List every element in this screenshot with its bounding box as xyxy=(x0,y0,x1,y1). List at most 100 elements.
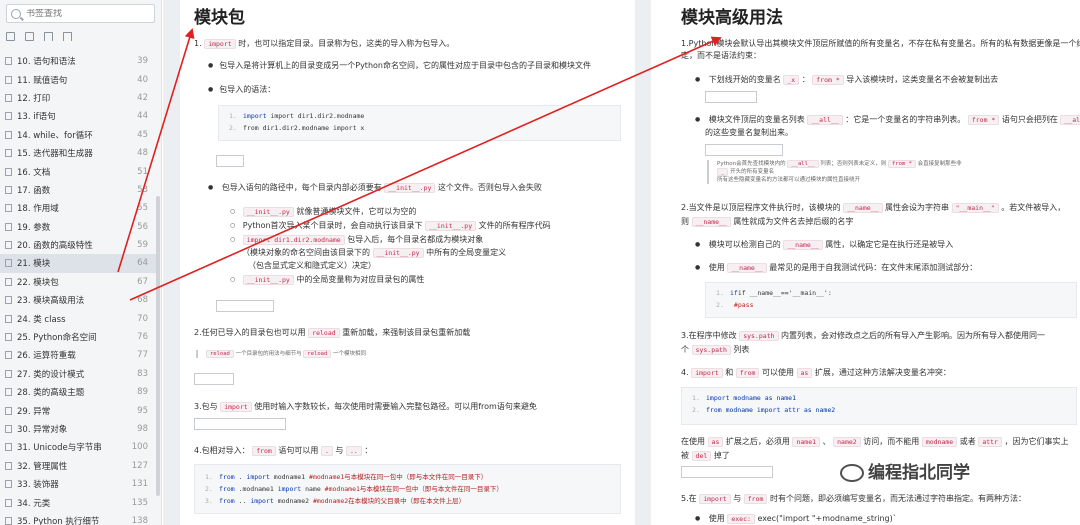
page-icon xyxy=(5,222,12,231)
blank-box xyxy=(705,144,783,156)
bookmark-item[interactable]: 33. 装饰器 131 xyxy=(0,475,158,493)
bookmark-page-number: 68 xyxy=(137,295,148,306)
inline-code: import dir1.dir2.modname xyxy=(242,235,345,245)
text: 模块文件顶层的变量名列表 xyxy=(708,115,805,124)
page-icon xyxy=(5,516,12,525)
para-1: 1.Python模块会默认导出其模块文件顶层所赋值的所有变量名，不存在私有变量名… xyxy=(681,39,1080,48)
text: 5.在 xyxy=(681,494,697,503)
bookmark-item[interactable]: 30. 异常对象 98 xyxy=(0,420,158,438)
bookmark-icon[interactable] xyxy=(63,32,72,41)
bookmark-search[interactable] xyxy=(6,4,155,23)
inline-code: __init__.py xyxy=(242,275,294,285)
text: 和 xyxy=(725,368,734,377)
text: 语句可以用 xyxy=(278,446,319,455)
bookmark-page-number: 59 xyxy=(137,240,148,251)
bookmark-item[interactable]: 23. 模块高级用法 68 xyxy=(0,291,158,309)
collapse-all-icon[interactable] xyxy=(25,32,34,41)
inline-code: reload xyxy=(308,328,340,338)
sub-bullet-3-line2: （模块对象的命名空间由该目录下的 __init__.py 中所有的全局变量定义 xyxy=(242,247,506,259)
bookmark-item[interactable]: 26. 运算符重载 77 xyxy=(0,346,158,364)
text: 属性，以确定它是在执行还是被导入 xyxy=(825,240,954,249)
bookmark-label: 31. Unicode与字节串 xyxy=(17,443,102,454)
bookmark-item[interactable]: 22. 模块包 67 xyxy=(0,273,158,291)
bookmark-item[interactable]: 21. 模块 64 xyxy=(0,254,158,273)
inline-code: __all__ xyxy=(807,115,843,125)
bookmark-item[interactable]: 32. 管理属性 127 xyxy=(0,457,158,475)
text: （模块对象的命名空间由该目录下的 xyxy=(242,248,370,257)
watermark-text: 编程指北同学 xyxy=(868,463,970,483)
inline-code: del xyxy=(691,451,712,461)
bookmark-item[interactable]: 31. Unicode与字节串 100 xyxy=(0,438,158,456)
text: 最常见的是用于自我测试代码：在文件末尾添加测试部分： xyxy=(769,263,978,272)
bookmark-item[interactable]: 25. Python命名空间 76 xyxy=(0,328,158,346)
bullet-1: 下划线开始的变量名 _x ： from * 导入该模块时，这类变量名不会被复制出… xyxy=(695,74,998,86)
bookmark-label: 18. 作用域 xyxy=(17,204,59,215)
text: 重新加载，来强制该目录包重新加载 xyxy=(342,328,471,337)
bookmark-item[interactable]: 29. 异常 95 xyxy=(0,401,158,419)
bookmark-item[interactable]: 27. 类的设计模式 83 xyxy=(0,365,158,383)
text: 2.当文件是以顶层程序文件执行时，该模块的 xyxy=(681,203,841,212)
bookmark-item[interactable]: 16. 文档 51 xyxy=(0,162,158,180)
text: exec("import "+modname_string)` xyxy=(757,514,897,523)
code-keyword: from xyxy=(219,473,235,481)
inline-code: from xyxy=(252,446,276,456)
bookmark-item[interactable]: 10. 语句和语法 39 xyxy=(0,52,158,70)
page-icon xyxy=(5,296,12,305)
para-4: 4.包相对导入： from 语句可以用 . 与 .. ： xyxy=(194,445,372,457)
code-module: .. xyxy=(234,497,251,505)
code-name: modname2 xyxy=(273,497,313,505)
text: 一个目录包的用法与细节与 xyxy=(235,351,302,357)
code-block-2: 1. ifif __name__=='__main__': 2. #pass xyxy=(705,282,1077,318)
bookmark-label: 13. if语句 xyxy=(17,112,56,123)
bookmark-item[interactable]: 34. 元类 135 xyxy=(0,493,158,511)
inline-code: __name__ xyxy=(727,263,767,273)
text: 文件的所有程序代码 xyxy=(478,221,551,230)
bookmark-item[interactable]: 28. 类的高级主题 89 xyxy=(0,383,158,401)
para-3: 3.包与 import 使用时输入字数较长，每次使用时需要输入完整包路径。可以用… xyxy=(194,401,537,413)
text: 访问，而不能用 xyxy=(863,437,920,446)
bookmark-item[interactable]: 19. 参数 56 xyxy=(0,218,158,236)
inline-code: from xyxy=(743,494,768,504)
text: 扩展，通过这种方法解决变量名冲突： xyxy=(814,368,951,377)
bookmark-add-icon[interactable] xyxy=(44,32,53,41)
bookmark-label: 23. 模块高级用法 xyxy=(17,296,85,307)
bullet-4: 使用 __name__ 最常见的是用于自我测试代码：在文件末尾添加测试部分： xyxy=(695,262,977,274)
bookmark-item[interactable]: 12. 打印 42 xyxy=(0,89,158,107)
text: 则 xyxy=(681,217,689,226)
sidebar-scrollbar[interactable] xyxy=(156,196,160,496)
bookmark-label: 16. 文档 xyxy=(17,167,51,178)
bookmark-item[interactable]: 35. Python 执行细节 138 xyxy=(0,512,158,525)
bookmark-item[interactable]: 14. while、for循环 45 xyxy=(0,126,158,144)
bookmark-item[interactable]: 24. 类 class 70 xyxy=(0,309,158,327)
bookmark-item[interactable]: 20. 函数的高级特性 59 xyxy=(0,236,158,254)
inline-code: _x xyxy=(783,75,800,85)
code-block-3: 1. import modname as name1 2. from modname… xyxy=(681,387,1077,425)
bookmark-item[interactable]: 15. 迭代器和生成器 48 xyxy=(0,144,158,162)
inline-code: __init__.py xyxy=(372,248,424,258)
page-right: 模块高级用法 1.Python模块会默认导出其模块文件顶层所赋值的所有变量名，不… xyxy=(651,0,1080,525)
inline-code: __all__ xyxy=(787,160,819,168)
blank-box xyxy=(194,418,286,430)
bookmark-item[interactable]: 13. if语句 44 xyxy=(0,107,158,125)
bookmark-item[interactable]: 17. 函数 53 xyxy=(0,181,158,199)
inline-code: sys.path xyxy=(691,345,731,355)
text: 所有这些隐藏变量名的方法都可以通过模块的属性直接绕开 xyxy=(717,177,861,183)
code-line: from modname import attr as name2 xyxy=(706,406,836,414)
sidebar-toolbar xyxy=(0,27,161,45)
expand-all-icon[interactable] xyxy=(6,32,15,41)
text: 、 xyxy=(822,437,831,446)
code-block-4: 1. from . import modname1 #modname1与本模块在同… xyxy=(194,464,621,514)
bookmark-search-input[interactable] xyxy=(26,8,146,19)
bookmark-item[interactable]: 11. 赋值语句 40 xyxy=(0,70,158,88)
para-4c: 在使用 as 扩展之后，必须用 name1 、 name2 访问，而不能用 mo… xyxy=(681,436,1069,448)
inline-code: __init__.py xyxy=(242,207,294,217)
para-1: 1. import 时，也可以指定目录。目录称为包，这类的导入称为包导入。 xyxy=(194,38,454,50)
bookmark-label: 22. 模块包 xyxy=(17,277,59,288)
bookmark-list: 10. 语句和语法 39 11. 赋值语句 40 12. 打印 42 13. if语句 44 1… xyxy=(0,52,158,525)
bookmark-page-number: 51 xyxy=(137,166,148,177)
text: 中的全局变量称为对应目录包的属性 xyxy=(296,275,425,284)
inline-code: as xyxy=(796,368,813,378)
text: 中所有的全局变量定义 xyxy=(426,248,507,257)
bookmark-item[interactable]: 18. 作用域 55 xyxy=(0,199,158,217)
text: 2.任何已导入的目录包也可以用 xyxy=(194,328,306,337)
